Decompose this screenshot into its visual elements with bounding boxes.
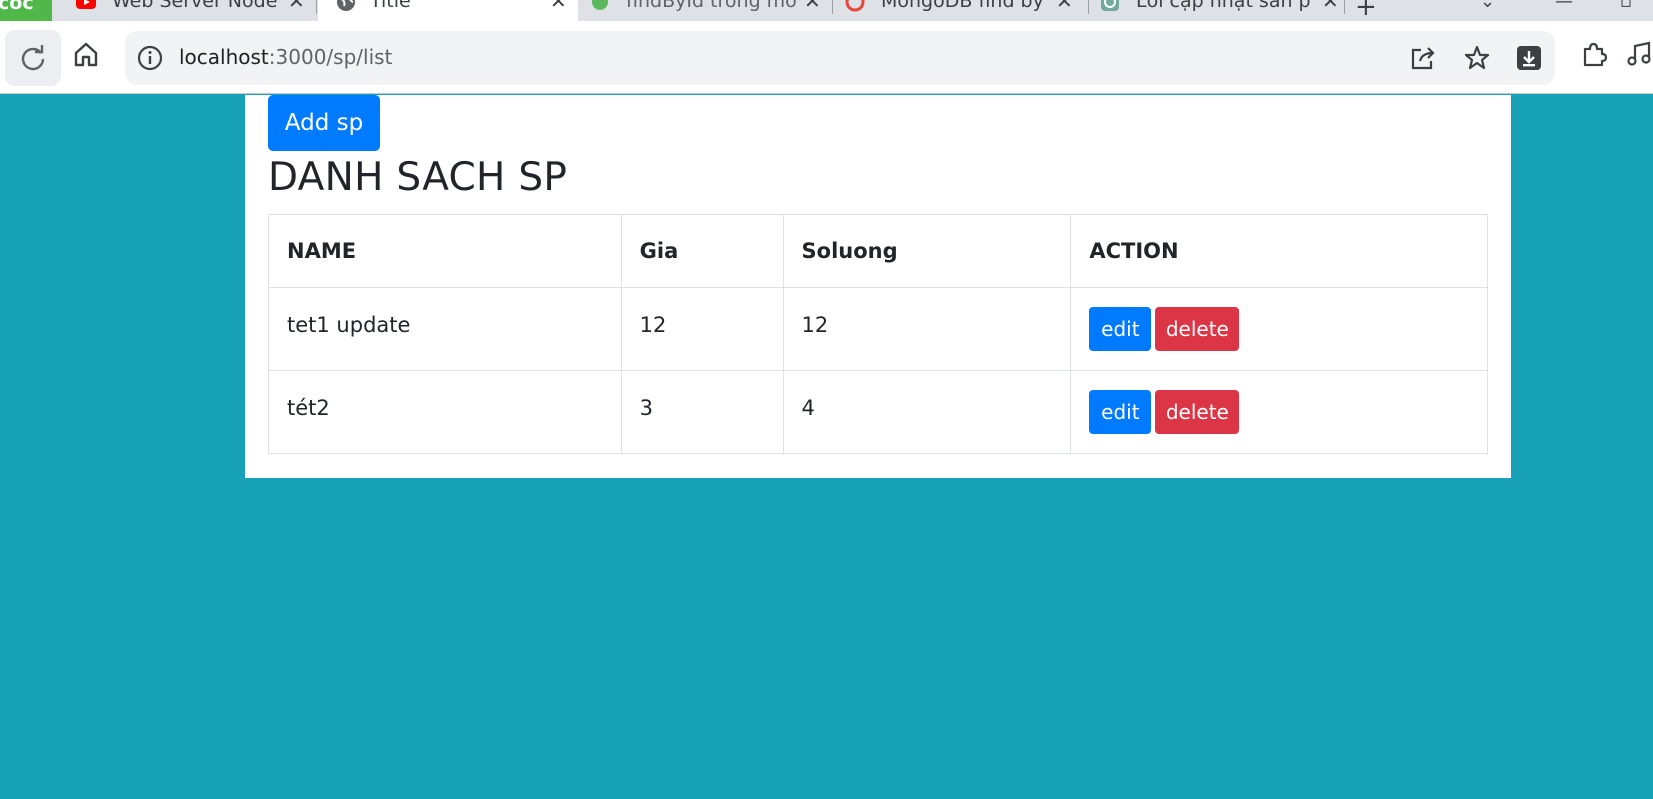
delete-button[interactable]: delete <box>1155 307 1240 351</box>
column-header-gia: Gia <box>620 214 784 288</box>
cell-soluong: 12 <box>782 287 1072 371</box>
table-header-row: NAME Gia Soluong ACTION <box>268 214 1488 288</box>
reload-button[interactable] <box>5 30 61 86</box>
app-icon <box>592 0 608 10</box>
cell-action: edit delete <box>1070 287 1488 371</box>
media-button[interactable] <box>1625 33 1653 75</box>
delete-button[interactable]: delete <box>1155 390 1240 434</box>
download-button[interactable] <box>1513 42 1545 74</box>
column-header-name: NAME <box>268 214 622 288</box>
share-button[interactable] <box>1407 42 1439 74</box>
new-tab-icon[interactable]: + <box>1355 0 1377 21</box>
cell-name-text: tét2 <box>287 396 330 420</box>
extensions-button[interactable] <box>1573 33 1615 75</box>
column-header-action: ACTION <box>1070 214 1488 288</box>
site-info-icon[interactable] <box>137 45 163 71</box>
cell-gia: 3 <box>620 370 784 454</box>
tab-mongodb-find[interactable]: MongoDB find by ✕ <box>845 0 1085 21</box>
content-panel: Add sp DANH SACH SP NAME Gia Soluong ACT… <box>245 95 1511 478</box>
tab-strip: coc Web Server Node ✕ Title ✕ findById t… <box>0 0 1653 21</box>
table-row: tet1 update 12 12 edit delete <box>268 287 1488 371</box>
tab-findbyid[interactable]: findById trong mo ✕ <box>590 0 830 21</box>
tab-web-server-node[interactable]: Web Server Node ✕ <box>76 0 326 21</box>
cell-name-text: tet1 update <box>287 313 411 337</box>
chatgpt-icon <box>1101 0 1119 11</box>
reload-icon <box>21 45 45 71</box>
column-header-soluong: Soluong <box>782 214 1072 288</box>
share-icon <box>1411 47 1435 70</box>
cell-gia: 12 <box>620 287 784 371</box>
minimize-icon[interactable]: — <box>1555 0 1573 12</box>
bookmark-button[interactable] <box>1461 42 1493 74</box>
tab-label: Web Server Node <box>112 0 278 12</box>
tab-loi-cap-nhat[interactable]: Lỗi cập nhật sản p ✕ <box>1100 0 1340 21</box>
cell-soluong-text: 12 <box>801 313 829 337</box>
cell-soluong-text: 4 <box>801 396 815 420</box>
tab-title[interactable]: Title ✕ <box>318 0 578 21</box>
url-host: localhost <box>179 45 269 69</box>
maximize-icon[interactable]: ▫ <box>1620 0 1632 12</box>
cell-name: tét2 <box>268 370 622 454</box>
cell-name: tet1 update <box>268 287 622 371</box>
app-icon <box>845 0 865 12</box>
cell-gia-text: 3 <box>639 396 654 420</box>
edit-button[interactable]: edit <box>1089 390 1152 434</box>
tab-coc-label: coc <box>0 0 34 14</box>
youtube-icon <box>76 0 96 9</box>
music-icon <box>1627 41 1651 66</box>
tab-label: MongoDB find by <box>881 0 1044 12</box>
tab-label: findById trong mo <box>626 0 797 12</box>
browser-toolbar: localhost:3000/sp/list <box>0 21 1653 94</box>
puzzle-icon <box>1583 42 1608 67</box>
close-tab-icon[interactable]: ✕ <box>1322 0 1339 11</box>
home-button[interactable] <box>65 33 107 75</box>
table-row: tét2 3 4 edit delete <box>268 370 1488 454</box>
close-tab-icon[interactable]: ✕ <box>1056 0 1073 11</box>
cell-action: edit delete <box>1070 370 1488 454</box>
address-bar[interactable]: localhost:3000/sp/list <box>125 31 1555 85</box>
tab-search-icon[interactable]: ⌄ <box>1480 0 1495 12</box>
close-tab-icon[interactable]: ✕ <box>550 0 567 11</box>
close-tab-icon[interactable]: ✕ <box>288 0 305 11</box>
home-icon <box>74 42 98 67</box>
sp-table: NAME Gia Soluong ACTION tet1 update 12 1… <box>268 214 1488 454</box>
globe-icon <box>337 0 355 11</box>
tab-label: Lỗi cập nhật sản p <box>1136 0 1311 12</box>
download-icon <box>1517 46 1541 70</box>
url-path: :3000/sp/list <box>268 45 393 69</box>
url-text[interactable]: localhost:3000/sp/list <box>179 45 392 69</box>
tab-label: Title <box>370 0 411 12</box>
edit-button[interactable]: edit <box>1089 307 1152 351</box>
cell-gia-text: 12 <box>639 313 667 337</box>
star-icon <box>1464 45 1490 70</box>
tab-coc[interactable]: coc <box>0 0 52 21</box>
add-sp-button[interactable]: Add sp <box>268 95 380 151</box>
cell-soluong: 4 <box>782 370 1072 454</box>
page-title: DANH SACH SP <box>268 155 568 200</box>
close-tab-icon[interactable]: ✕ <box>804 0 821 11</box>
